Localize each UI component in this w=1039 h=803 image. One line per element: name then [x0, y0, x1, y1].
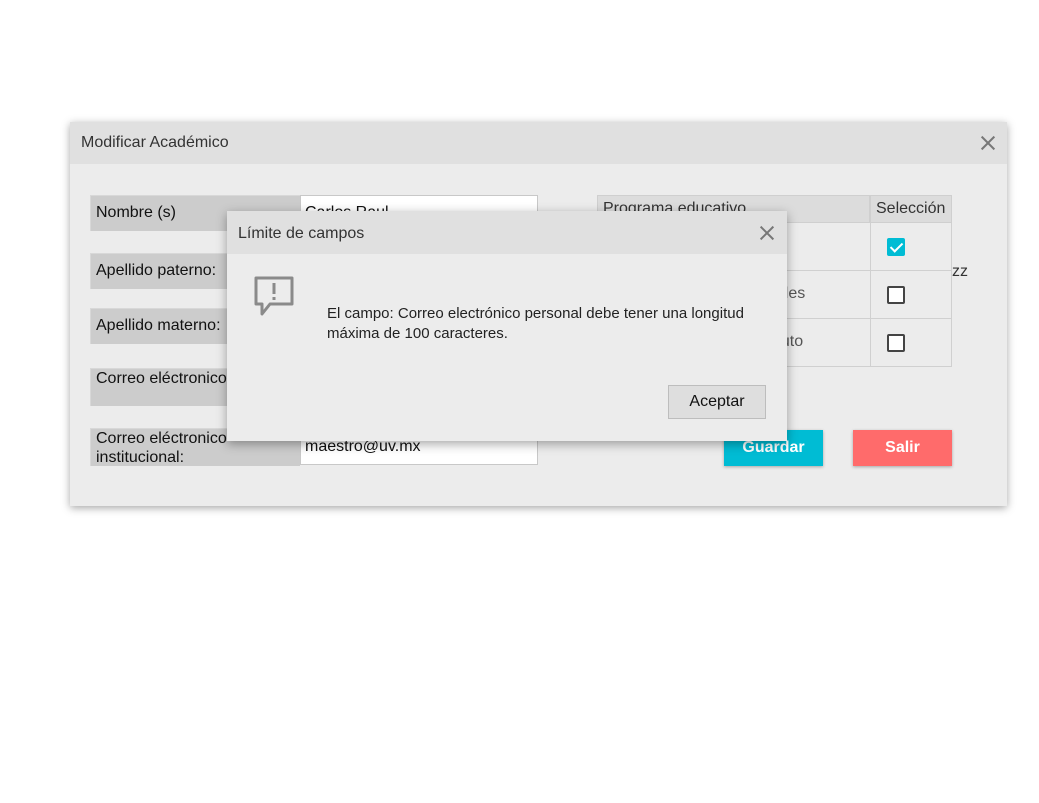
selection-column-header: Selección [870, 195, 952, 223]
comment-alert-icon [254, 276, 294, 316]
alert-title: Límite de campos [238, 225, 365, 242]
accept-button[interactable]: Aceptar [668, 385, 766, 419]
selection-checkbox[interactable] [887, 334, 905, 352]
close-icon[interactable] [979, 134, 997, 152]
field-limit-alert: Límite de campos El campo: Correo electr… [227, 211, 787, 441]
selection-cell [870, 271, 952, 319]
alert-message: El campo: Correo electrónico personal de… [327, 305, 744, 342]
selection-checkbox[interactable] [887, 286, 905, 304]
dialog-header: Modificar Académico [70, 122, 1007, 164]
exit-button[interactable]: Salir [853, 430, 952, 466]
dialog-title: Modificar Académico [81, 134, 229, 151]
alert-header: Límite de campos [227, 211, 787, 254]
close-icon[interactable] [758, 224, 776, 242]
overflow-text: zz [952, 263, 968, 280]
selection-cell [870, 319, 952, 367]
selection-cell [870, 223, 952, 271]
selection-checkbox[interactable] [887, 238, 905, 256]
